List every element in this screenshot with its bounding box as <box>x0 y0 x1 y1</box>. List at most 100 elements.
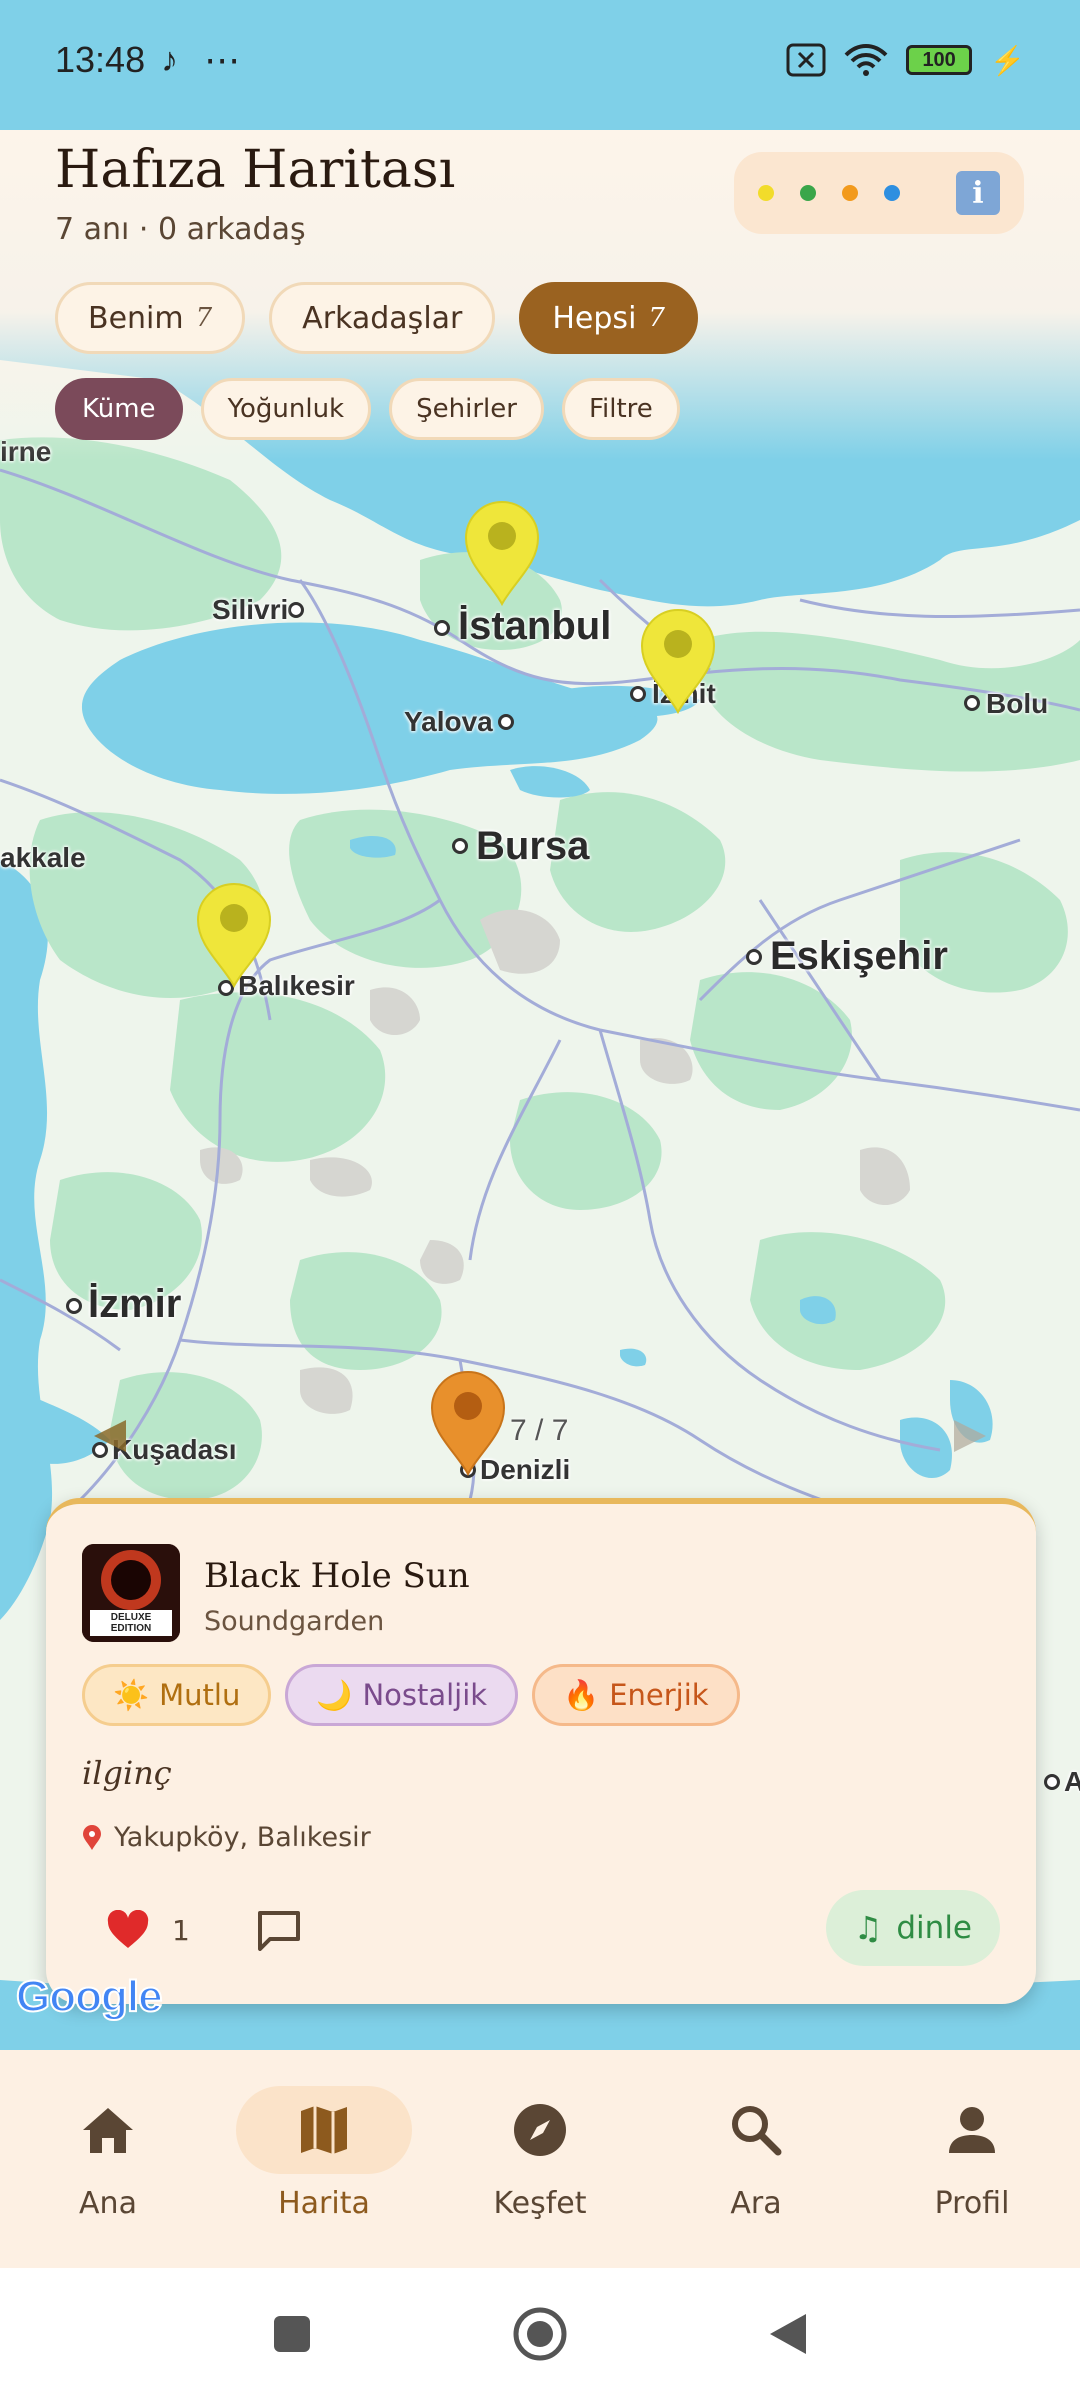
google-logo-text: Google <box>15 1971 164 2022</box>
legend-dot-blue <box>884 185 900 201</box>
city-label-eskisehir: Eskişehir <box>770 934 948 978</box>
city-dot <box>66 1298 82 1314</box>
home-icon <box>83 2108 133 2153</box>
mood-label: Nostaljik <box>362 1678 488 1712</box>
nav-icon-wrap <box>20 2086 196 2174</box>
view-chip-density[interactable]: Yoğunluk <box>200 378 372 440</box>
scope-chip-friends[interactable]: Arkadaşlar <box>269 282 496 354</box>
nav-icon-wrap <box>668 2086 844 2174</box>
mood-tag-happy[interactable]: ☀️ Mutlu <box>82 1664 272 1726</box>
mood-tag-nostalgic[interactable]: 🌙 Nostaljik <box>285 1664 519 1726</box>
city-label-bolu: Bolu <box>986 688 1049 719</box>
system-navigation <box>0 2268 1080 2400</box>
comment-icon[interactable] <box>256 1909 302 1951</box>
chip-count: 7 <box>195 303 213 333</box>
chip-label: Hepsi <box>552 300 637 336</box>
city-label-yalova: Yalova <box>404 706 493 737</box>
charging-icon: ⚡ <box>990 44 1025 76</box>
nav-icon-wrap <box>452 2086 628 2174</box>
nav-label: Keşfet <box>493 2186 587 2221</box>
more-dots: ⋯ <box>204 39 241 80</box>
chip-label: Benim <box>88 300 184 336</box>
nav-search[interactable]: Ara <box>651 2086 861 2221</box>
view-chip-cluster[interactable]: Küme <box>55 378 183 440</box>
info-icon[interactable]: i <box>956 171 1000 215</box>
nav-label: Profil <box>934 2186 1010 2221</box>
artist-name: Soundgarden <box>204 1606 385 1637</box>
prev-memory-arrow[interactable] <box>92 1418 128 1454</box>
bottom-navigation: Ana Harita Keşfet Ara Profil <box>0 2050 1080 2268</box>
city-dot <box>288 602 304 618</box>
chip-count: 7 <box>648 303 665 333</box>
memory-pin-istanbul[interactable] <box>462 498 542 608</box>
person-icon <box>949 2107 995 2153</box>
city-dot <box>746 949 762 965</box>
nav-explore[interactable]: Keşfet <box>435 2086 645 2221</box>
view-chip-filter[interactable]: Filtre <box>561 378 680 440</box>
scope-filter-row: Benim 7 Arkadaşlar Hepsi 7 <box>55 282 698 354</box>
memory-pager: 7 / 7 <box>510 1414 569 1447</box>
nav-profile[interactable]: Profil <box>867 2086 1077 2221</box>
location-pin-icon <box>83 1824 101 1850</box>
sun-icon: ☀️ <box>113 1677 150 1712</box>
listen-button[interactable]: ♫ dinle <box>825 1890 1000 1966</box>
compass-icon <box>514 2104 566 2156</box>
moon-icon: 🌙 <box>316 1677 353 1712</box>
music-icon: ♫ <box>853 1909 883 1947</box>
heart-icon[interactable] <box>106 1910 150 1950</box>
memory-pin-izmit[interactable] <box>638 606 718 716</box>
city-dot <box>498 714 514 730</box>
search-icon <box>732 2106 782 2156</box>
city-label-canakkale: akkale <box>0 842 86 873</box>
album-cover-text: DELUXE EDITION <box>110 1612 152 1634</box>
mood-tag-energetic[interactable]: 🔥 Enerjik <box>532 1664 740 1726</box>
nav-label: Ana <box>79 2186 137 2221</box>
scope-chip-mine[interactable]: Benim 7 <box>55 282 246 354</box>
chip-label: Arkadaşlar <box>302 300 463 336</box>
music-note-icon: ♪ <box>161 40 179 79</box>
card-actions: 1 <box>106 1909 302 1951</box>
nav-home[interactable]: Ana <box>3 2086 213 2221</box>
google-logo: Google <box>15 1971 164 2022</box>
city-label-silivri: Silivri <box>212 594 289 625</box>
nav-map[interactable]: Harita <box>219 2086 429 2221</box>
album-cover: DELUXE EDITION <box>82 1544 180 1642</box>
view-chip-cities[interactable]: Şehirler <box>389 378 544 440</box>
location-text: Yakupköy, Balıkesir <box>114 1822 371 1853</box>
memory-card[interactable]: DELUXE EDITION Black Hole Sun Soundgarde… <box>46 1498 1036 2004</box>
city-dot <box>964 695 980 711</box>
page-title: Hafıza Haritası <box>55 140 456 200</box>
legend-dot-yellow <box>758 185 774 201</box>
nav-label: Ara <box>730 2186 782 2221</box>
status-bar: 13:48 ♪ ⋯ 100 ⚡ <box>0 0 1080 120</box>
wifi-icon <box>844 44 888 76</box>
memory-pin-denizli[interactable] <box>428 1368 508 1478</box>
city-label-istanbul: İstanbul <box>458 604 612 648</box>
city-label-a-right: A <box>1064 1766 1080 1797</box>
mood-label: Enerjik <box>609 1678 709 1712</box>
map-icon <box>301 2106 347 2154</box>
recents-button[interactable] <box>272 2314 312 2354</box>
mood-label: Mutlu <box>159 1678 241 1712</box>
city-label-bursa: Bursa <box>476 824 590 868</box>
nav-icon-wrap <box>236 2086 412 2174</box>
city-dot <box>452 838 468 854</box>
memory-pin-balikesir[interactable] <box>194 880 274 990</box>
back-button[interactable] <box>768 2312 808 2356</box>
home-button[interactable] <box>512 2306 568 2362</box>
legend-dot-green <box>800 185 816 201</box>
legend-dot-orange <box>842 185 858 201</box>
mood-tags: ☀️ Mutlu 🌙 Nostaljik 🔥 Enerjik <box>82 1664 740 1726</box>
legend-box[interactable]: i <box>734 152 1024 234</box>
memory-note: ilginç <box>82 1754 172 1792</box>
city-dot <box>1044 1774 1060 1790</box>
song-title: Black Hole Sun <box>204 1556 470 1596</box>
status-time: 13:48 <box>55 39 146 80</box>
city-label-izmir: İzmir <box>88 1282 182 1326</box>
memory-location: Yakupköy, Balıkesir <box>82 1822 371 1853</box>
like-count: 1 <box>172 1913 190 1947</box>
sim-x-icon <box>786 43 826 77</box>
scope-chip-all[interactable]: Hepsi 7 <box>519 282 698 354</box>
next-memory-arrow[interactable] <box>952 1418 988 1454</box>
view-filter-row: Küme Yoğunluk Şehirler Filtre <box>55 378 680 440</box>
